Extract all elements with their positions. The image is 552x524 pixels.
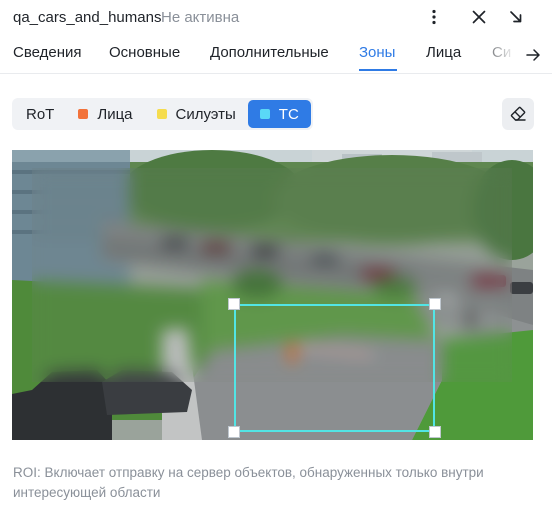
- panel-header: qa_cars_and_humans Не активна: [0, 0, 552, 36]
- clear-zones-button[interactable]: [502, 98, 534, 130]
- camera-title: qa_cars_and_humans: [13, 9, 162, 26]
- zone-roi-label: RoT: [26, 105, 55, 123]
- zone-faces-button[interactable]: Лица: [66, 100, 144, 128]
- zone-faces-label: Лица: [97, 105, 133, 123]
- roi-handle-top-right[interactable]: [429, 298, 441, 310]
- zone-silhouettes-button[interactable]: Силуэты: [145, 100, 248, 128]
- tab-info[interactable]: Сведения: [13, 44, 82, 61]
- roi-handle-bottom-right[interactable]: [429, 426, 441, 438]
- roi-zone-rectangle[interactable]: [234, 304, 435, 432]
- faces-color-swatch: [78, 109, 89, 119]
- zone-hint-text: ROI: Включает отправку на сервер объекто…: [13, 465, 484, 500]
- tab-main[interactable]: Основные: [109, 44, 180, 61]
- close-icon: [472, 10, 486, 24]
- collapse-button[interactable]: [504, 5, 528, 29]
- zone-vehicles-label: ТС: [278, 105, 299, 123]
- more-vertical-icon: [432, 9, 436, 25]
- collapse-arrow-icon: [510, 11, 522, 23]
- zone-vehicles-button[interactable]: ТС: [247, 100, 311, 128]
- close-button[interactable]: [467, 5, 491, 29]
- zone-type-selector: RoT Лица Силуэты ТС: [12, 98, 313, 130]
- tab-faces[interactable]: Лица: [426, 44, 461, 61]
- tab-scroll-right-button[interactable]: [522, 44, 544, 66]
- roi-handle-bottom-left[interactable]: [228, 426, 240, 438]
- zone-silhouettes-label: Силуэты: [175, 105, 236, 123]
- eraser-icon: [510, 106, 526, 121]
- zone-roi-button[interactable]: RoT: [14, 100, 66, 128]
- active-tab-indicator: [359, 69, 397, 71]
- tab-zones[interactable]: Зоны: [359, 44, 395, 61]
- more-button[interactable]: [422, 5, 446, 29]
- roi-handle-top-left[interactable]: [228, 298, 240, 310]
- silhouettes-color-swatch: [156, 109, 167, 119]
- arrow-right-icon: [526, 49, 540, 61]
- camera-preview[interactable]: [12, 150, 533, 440]
- camera-status: Не активна: [161, 9, 240, 26]
- tab-additional[interactable]: Дополнительные: [210, 44, 329, 61]
- vehicles-color-swatch: [259, 109, 270, 119]
- tab-bar: Сведения Основные Дополнительные Зоны Ли…: [0, 36, 552, 74]
